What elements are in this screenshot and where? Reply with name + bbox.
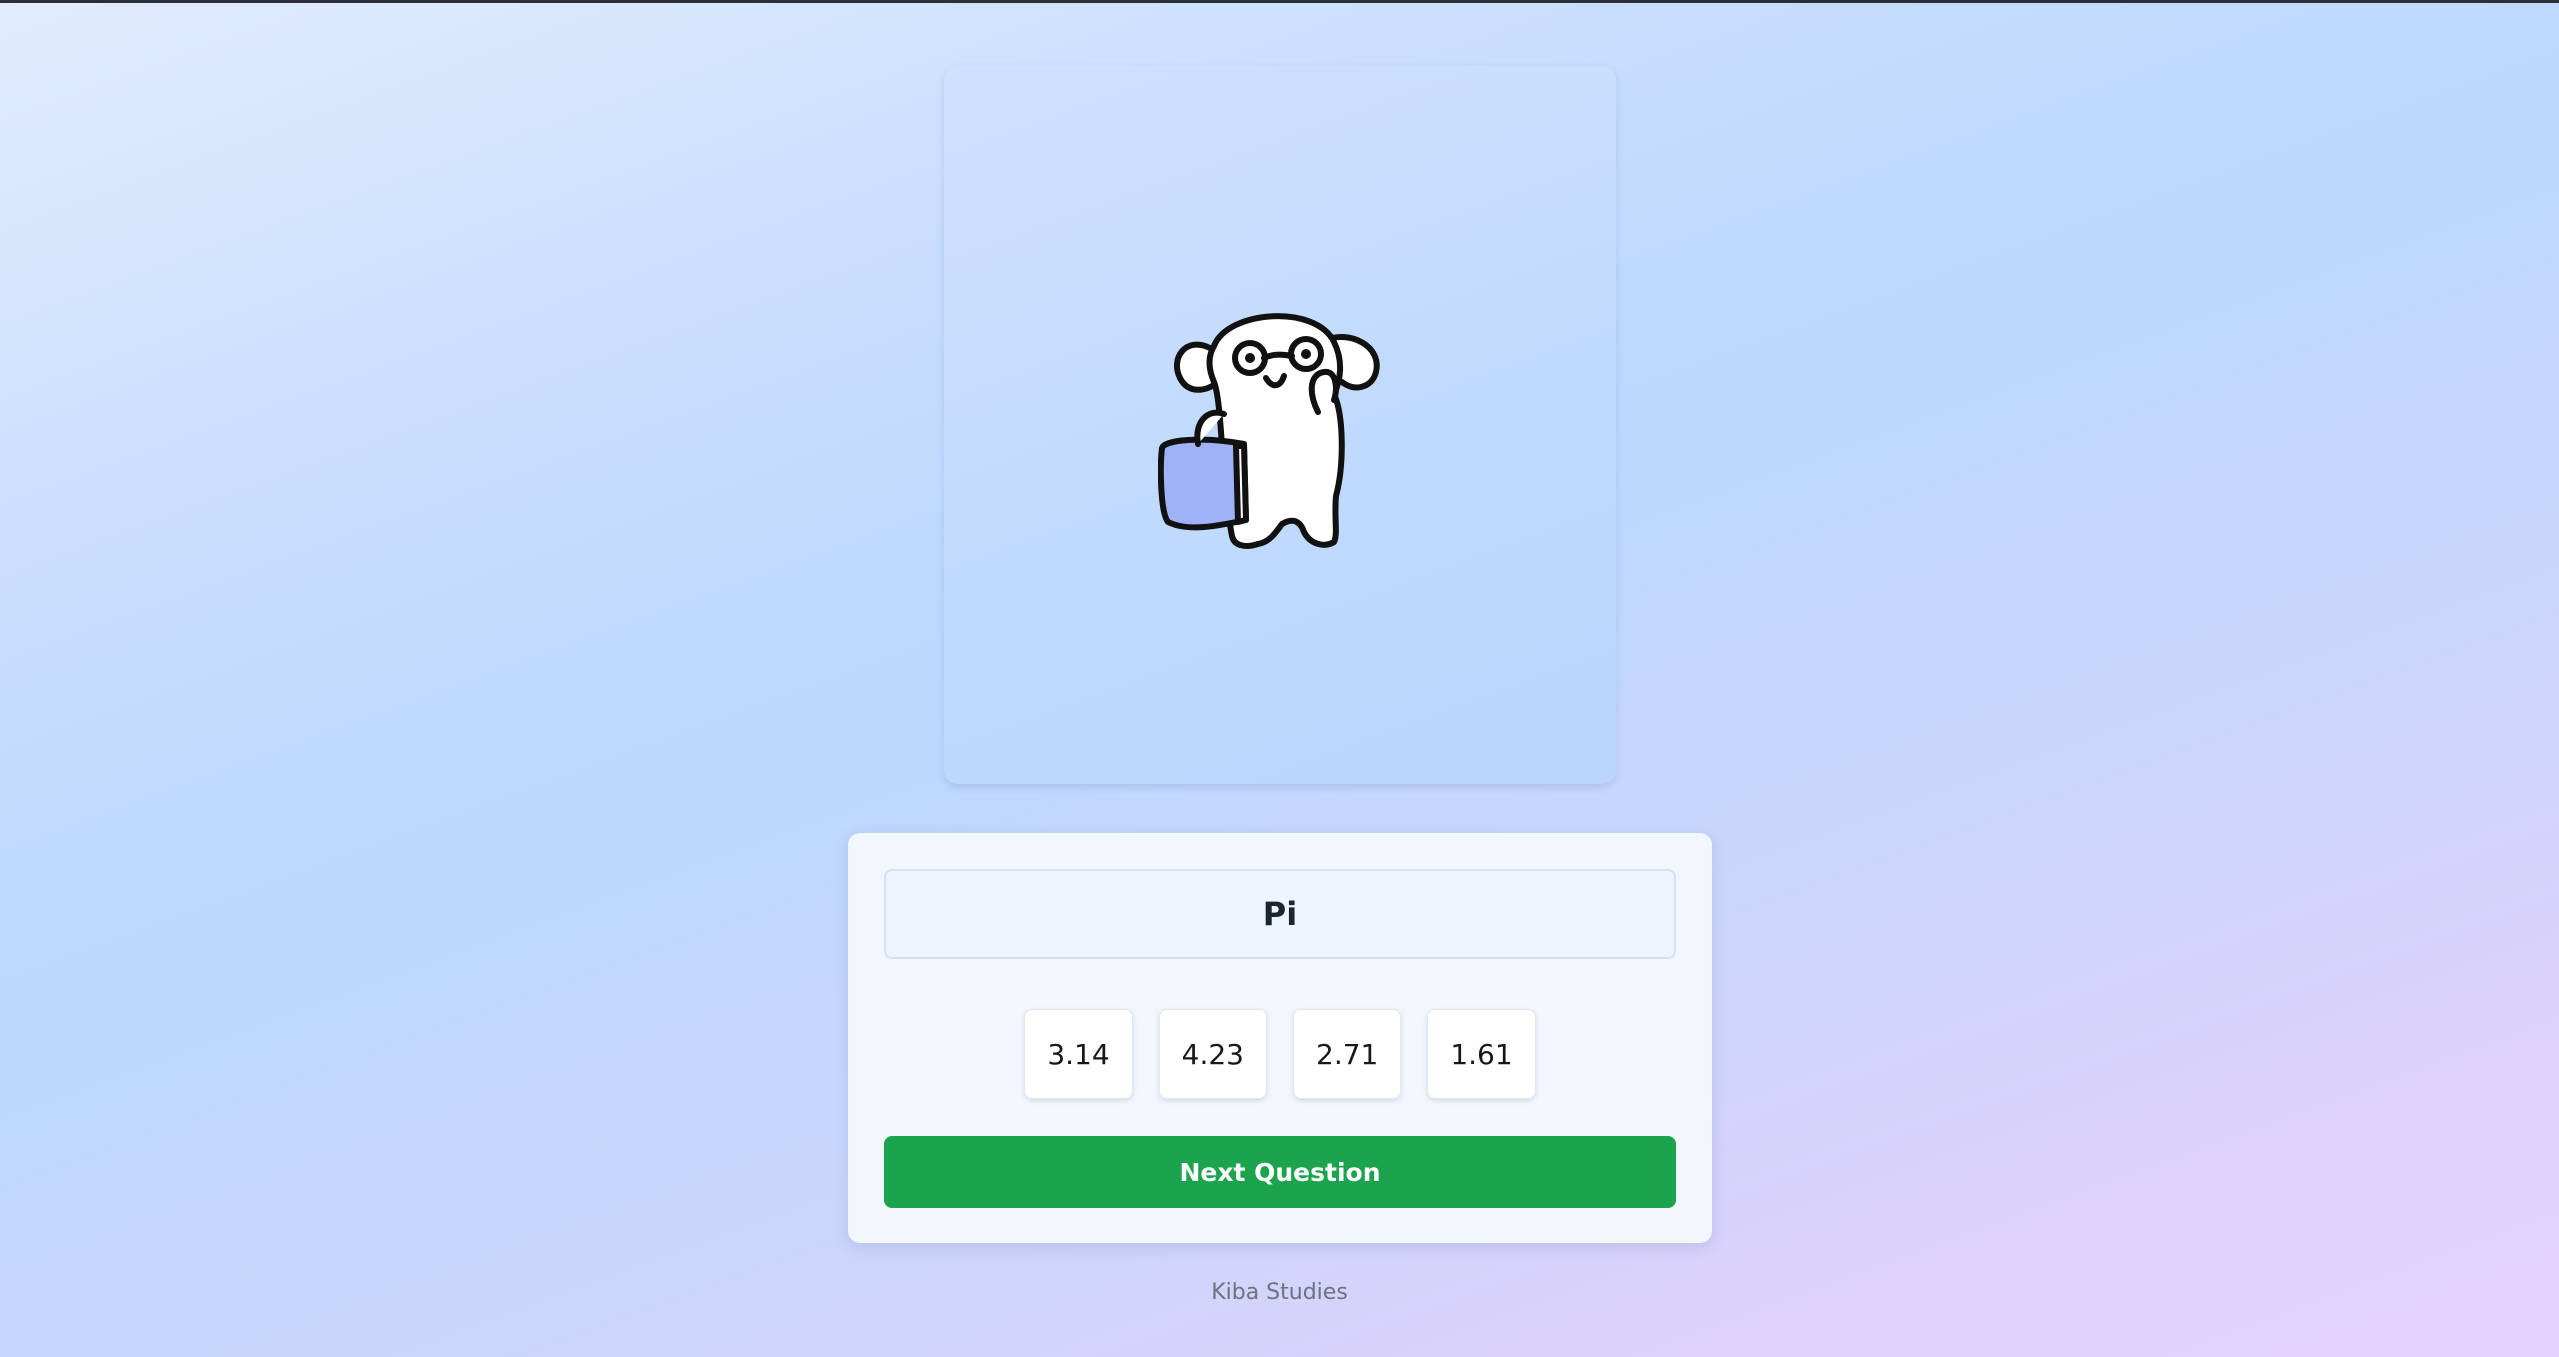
answer-option-2[interactable]: 4.23 xyxy=(1158,1009,1267,1099)
window-top-edge xyxy=(0,0,2559,3)
answer-options: 3.14 4.23 2.71 1.61 xyxy=(848,1009,1712,1099)
footer-credit: Kiba Studies xyxy=(1211,1280,1348,1305)
answer-option-4[interactable]: 1.61 xyxy=(1427,1009,1536,1099)
answer-option-1[interactable]: 3.14 xyxy=(1024,1009,1133,1099)
question-text: Pi xyxy=(884,869,1676,959)
answer-option-3[interactable]: 2.71 xyxy=(1293,1009,1402,1099)
next-question-button[interactable]: Next Question xyxy=(884,1136,1676,1208)
quiz-panel: Pi 3.14 4.23 2.71 1.61 Next Question xyxy=(848,833,1712,1243)
bear-mascot-icon xyxy=(1158,313,1380,549)
